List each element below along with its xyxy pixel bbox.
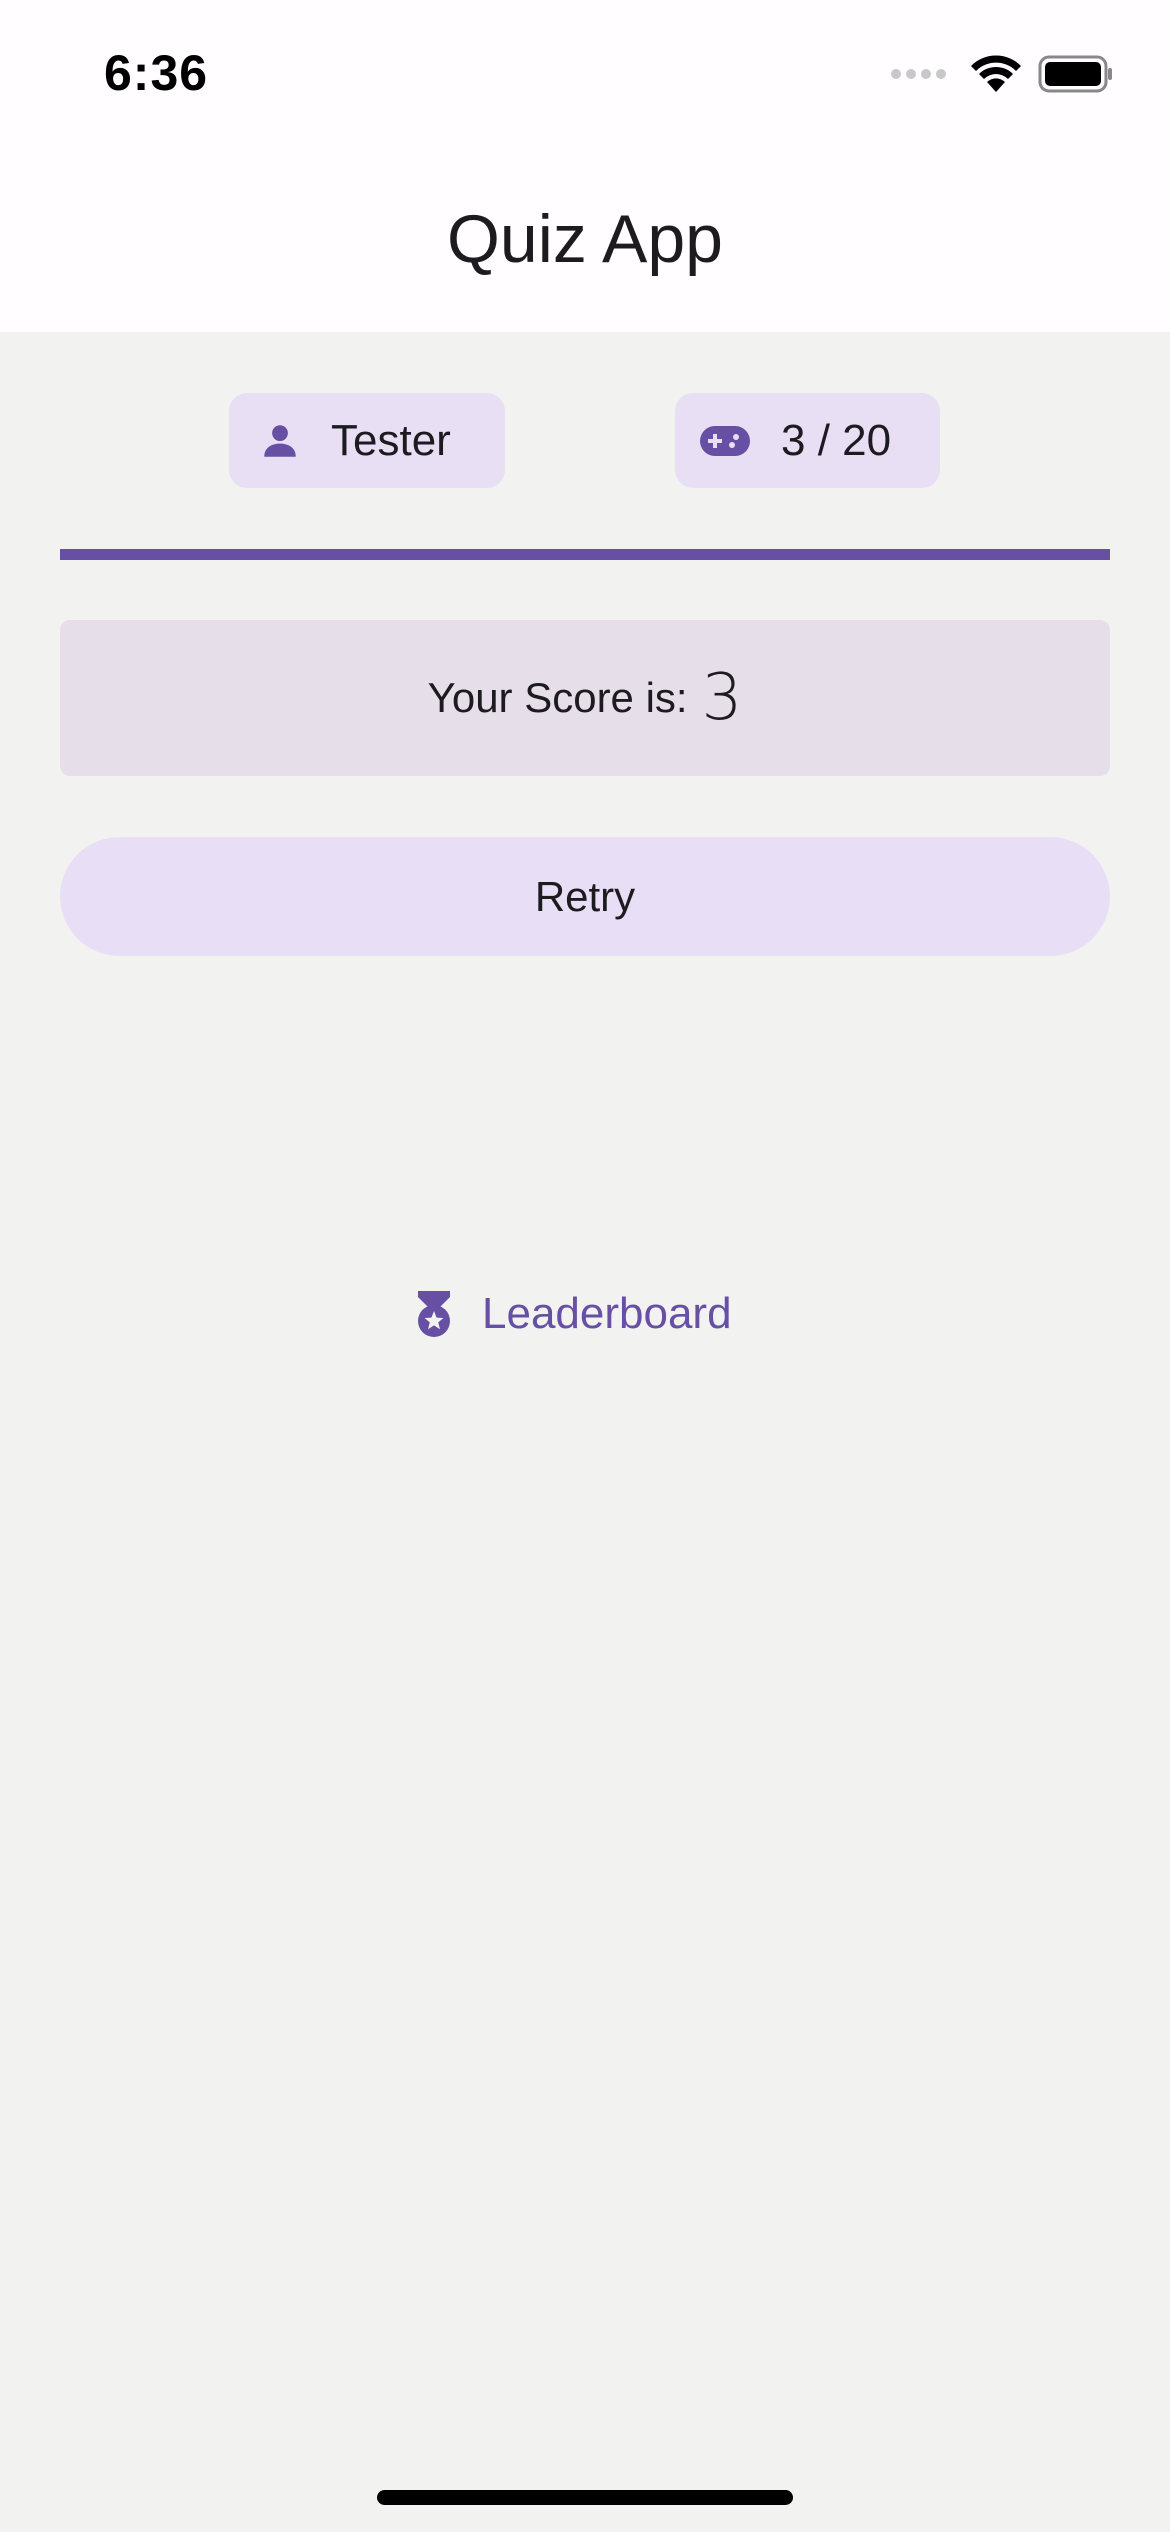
app-bar: Quiz App xyxy=(0,140,1170,332)
player-chip: Tester xyxy=(229,393,505,488)
cellular-signal-icon xyxy=(891,69,946,79)
quiz-progress-fill xyxy=(60,549,1110,560)
home-indicator[interactable] xyxy=(377,2490,793,2505)
page-title: Quiz App xyxy=(447,201,723,277)
player-name: Tester xyxy=(331,415,451,465)
quiz-progress-bar xyxy=(60,549,1110,560)
score-label: Your Score is: xyxy=(427,674,688,721)
score-value: 3 xyxy=(701,661,743,735)
gamepad-icon xyxy=(700,425,750,456)
status-bar: 6:36 xyxy=(0,0,1170,140)
leaderboard-button[interactable]: Leaderboard xyxy=(414,1282,732,1346)
status-time: 6:36 xyxy=(104,45,209,101)
question-progress-label: 3 / 20 xyxy=(781,415,892,465)
person-icon xyxy=(264,424,296,457)
status-icons xyxy=(891,52,1114,96)
score-card: Your Score is: 3 xyxy=(60,620,1110,776)
wifi-icon xyxy=(971,55,1021,92)
question-progress-chip: 3 / 20 xyxy=(675,393,940,488)
retry-button[interactable]: Retry xyxy=(60,837,1110,956)
medal-icon xyxy=(418,1291,450,1337)
battery-icon xyxy=(1038,55,1112,93)
leaderboard-label: Leaderboard xyxy=(482,1289,732,1338)
